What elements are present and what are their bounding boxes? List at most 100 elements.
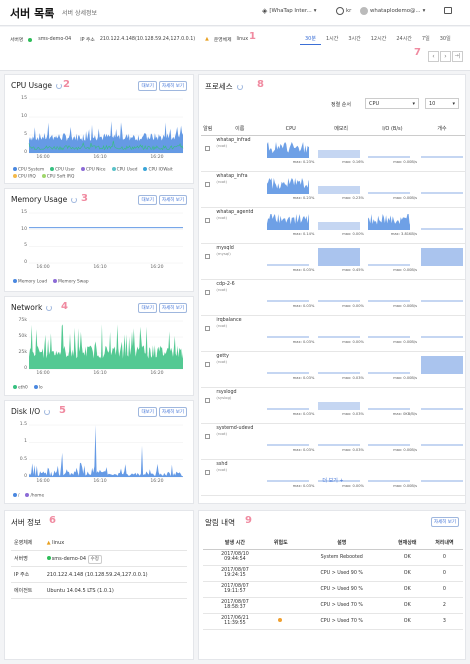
language-selector[interactable]: kr — [336, 7, 351, 15]
sparkline-area — [367, 299, 410, 302]
column-header[interactable]: 이름 — [214, 123, 266, 136]
network-more-button[interactable]: 자세히 보기 — [158, 303, 187, 313]
tab-3[interactable]: 12시간 — [366, 33, 392, 45]
disk-detail-button[interactable]: 대보기 — [138, 407, 157, 417]
alert-checkbox[interactable] — [205, 289, 211, 295]
legend-item[interactable]: CPU System — [13, 167, 44, 173]
sparkline — [367, 213, 410, 230]
table-row[interactable]: 2017/06/21 11:39:55 CPU > Used 70 % OK 3 — [203, 613, 463, 630]
alert-checkbox[interactable] — [205, 253, 211, 259]
prev-button[interactable]: ‹ — [428, 51, 439, 62]
table-row[interactable]: whatap_agentd (root) max: 0.14% max: 0.00% m… — [201, 207, 465, 244]
table-row[interactable]: 2017/08/07 18:58:37 CPU > Used 70 % OK 2 — [203, 597, 463, 614]
count-select[interactable]: 10 ▾ — [425, 98, 459, 109]
alert-checkbox[interactable] — [205, 361, 211, 367]
alert-checkbox[interactable] — [205, 433, 211, 439]
x-tick-label: 16:20 — [150, 265, 164, 270]
series-area — [29, 425, 183, 477]
alert-checkbox[interactable] — [205, 397, 211, 403]
legend-item[interactable]: CPU Soft IRQ — [41, 173, 74, 179]
table-row[interactable]: whatap_infrad (root) max: 0.23% max: 0.16% m… — [201, 135, 465, 172]
alert-checkbox[interactable] — [205, 217, 211, 223]
alarm-more-button[interactable]: 자세히 보기 — [430, 517, 459, 527]
memory-detail-button[interactable]: 대보기 — [138, 195, 157, 205]
tab-2[interactable]: 3시간 — [343, 33, 365, 45]
column-header[interactable]: I/O (B/s) — [365, 123, 419, 136]
sparkline-label: max: 0.16% — [342, 159, 364, 164]
column-header[interactable]: CPU — [265, 123, 317, 136]
sparkline — [367, 155, 410, 158]
table-row[interactable]: 2017/08/10 09:44:54 System Rebooted OK 0 — [203, 549, 463, 566]
cpu-more-button[interactable]: 자세히 보기 — [158, 81, 187, 91]
latest-button[interactable]: →| — [452, 51, 463, 62]
legend-swatch — [13, 279, 17, 283]
network-detail-button[interactable]: 대보기 — [138, 303, 157, 313]
sparkline-label: max: 0.00% — [342, 303, 364, 308]
table-row[interactable]: cdp-2-6 (root) max: 0.03% max: 0.00% max: 0.… — [201, 279, 465, 316]
legend-item[interactable]: CPU User — [50, 167, 75, 173]
table-row[interactable]: 2017/08/07 19:11:57 CPU > Used 90 % OK 0 — [203, 581, 463, 598]
legend-item[interactable]: CPU IRQ — [13, 173, 36, 179]
alarm-handled: 3 — [425, 613, 463, 630]
column-header[interactable]: 알림 — [201, 123, 215, 136]
chat-button[interactable] — [444, 7, 452, 14]
alarm-state: OK — [388, 597, 426, 614]
tab-5[interactable]: 7일 — [417, 33, 435, 45]
alert-checkbox[interactable] — [205, 325, 211, 331]
disk-more-button[interactable]: 자세히 보기 — [158, 407, 187, 417]
column-header[interactable]: 메모리 — [316, 123, 366, 136]
table-row[interactable]: mysqld (mysql) max: 0.03% max: 0.45% max: 0.… — [201, 243, 465, 280]
table-row[interactable]: whatap_infra (root) max: 0.23% max: 0.23% ma… — [201, 171, 465, 208]
legend-item[interactable]: lo — [33, 385, 43, 391]
table-row[interactable]: irqbalance (root) max: 0.03% max: 0.00% max:… — [201, 315, 465, 352]
sparkline — [267, 177, 310, 194]
language-code: kr — [346, 8, 352, 14]
legend-item[interactable]: eth0 — [13, 385, 28, 391]
edit-button[interactable]: 수정 — [87, 554, 102, 564]
table-row[interactable]: 2017/08/07 19:24:15 CPU > Used 90 % OK 0 — [203, 565, 463, 582]
memory-chart: 15 10 5 0 16:00 16:10 16:20 — [11, 210, 185, 273]
chevron-down-icon: ▾ — [313, 8, 317, 14]
legend-item[interactable]: CPU Nice — [81, 167, 106, 173]
column-header[interactable]: 발생 시간 — [203, 537, 267, 550]
column-header[interactable]: 개수 — [418, 123, 465, 136]
sort-select[interactable]: CPU ▾ — [365, 98, 419, 109]
tab-0[interactable]: 30분 — [300, 33, 321, 45]
sparkline-label: max: 0.00B/s — [393, 303, 417, 308]
x-tick-label: 16:00 — [36, 265, 50, 270]
next-button[interactable]: › — [440, 51, 451, 62]
alarm-handled: 0 — [425, 565, 463, 582]
sparkline-area — [367, 407, 410, 410]
legend-item[interactable]: / — [13, 493, 19, 499]
memory-more-button[interactable]: 자세히 보기 — [158, 195, 187, 205]
sparkline — [367, 263, 410, 266]
tab-1[interactable]: 1시간 — [321, 33, 343, 45]
sparkline-label: max: 0.03% — [342, 411, 364, 416]
cpu-detail-button[interactable]: 대보기 — [138, 81, 157, 91]
legend-item[interactable]: CPU IOWait — [143, 167, 173, 173]
sparkline-area — [318, 443, 361, 446]
legend-item[interactable]: /home — [25, 493, 44, 499]
table-row[interactable]: rsyslogd (syslog) max: 0.03% max: 0.03% max:… — [201, 387, 465, 424]
project-selector[interactable]: ◈ [WhaTap Inter... ▾ — [262, 7, 316, 15]
column-header[interactable]: 현재상태 — [388, 537, 426, 550]
alarm-description: System Rebooted — [294, 549, 389, 566]
column-header[interactable]: 위험도 — [266, 537, 295, 550]
table-row[interactable]: getty (root) max: 0.03% max: 0.03% max: 0.00… — [201, 351, 465, 388]
column-header[interactable]: 처리내역 — [425, 537, 463, 550]
legend-item[interactable]: CPU Used — [111, 167, 137, 173]
more-link[interactable]: 더 보기 + — [199, 477, 467, 484]
alert-checkbox[interactable] — [205, 145, 211, 151]
alert-checkbox[interactable] — [205, 181, 211, 187]
column-header[interactable]: 설명 — [294, 537, 389, 550]
legend-swatch — [50, 167, 55, 171]
tab-4[interactable]: 24시간 — [391, 33, 417, 45]
badge-7: 7 — [414, 47, 421, 58]
tab-6[interactable]: 30일 — [435, 33, 456, 45]
legend-item[interactable]: Memory Swap — [53, 279, 89, 285]
table-row[interactable]: systemd-udevd (root) max: 0.03% max: 0.03% m… — [201, 423, 465, 460]
alarm-handled: 0 — [425, 549, 463, 566]
legend-item[interactable]: Memory Load — [13, 279, 47, 285]
alert-checkbox[interactable] — [205, 469, 211, 475]
user-menu[interactable]: whataplodemo@... ▾ — [360, 7, 425, 15]
